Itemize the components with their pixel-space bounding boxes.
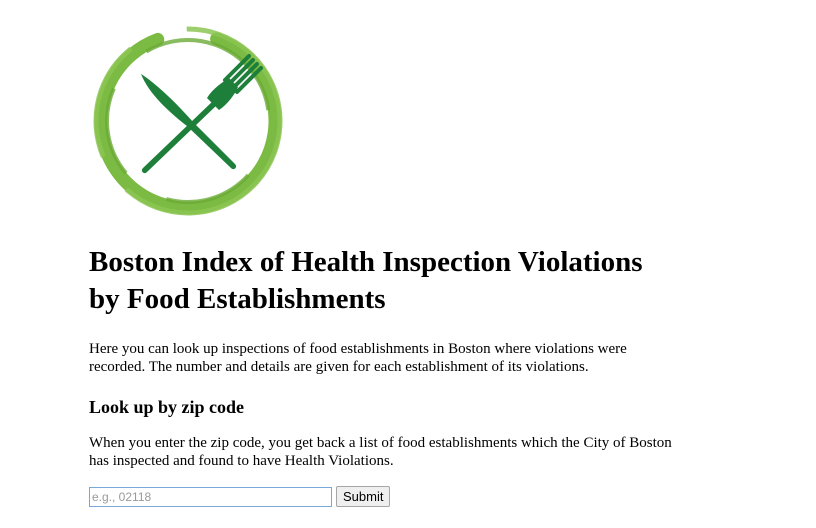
zip-code-input[interactable] (89, 486, 332, 507)
page-title: Boston Index of Health Inspection Violat… (89, 246, 643, 315)
logo (89, 22, 289, 222)
zip-section-description: When you enter the zip code, you get bac… (89, 435, 672, 469)
intro-text: Here you can look up inspections of food… (89, 341, 627, 375)
zip-section-heading: Look up by zip code (89, 397, 245, 417)
submit-button[interactable]: Submit (336, 486, 391, 507)
fork-and-knife-icon (93, 26, 283, 216)
zip-search-form: Submit (89, 486, 391, 507)
